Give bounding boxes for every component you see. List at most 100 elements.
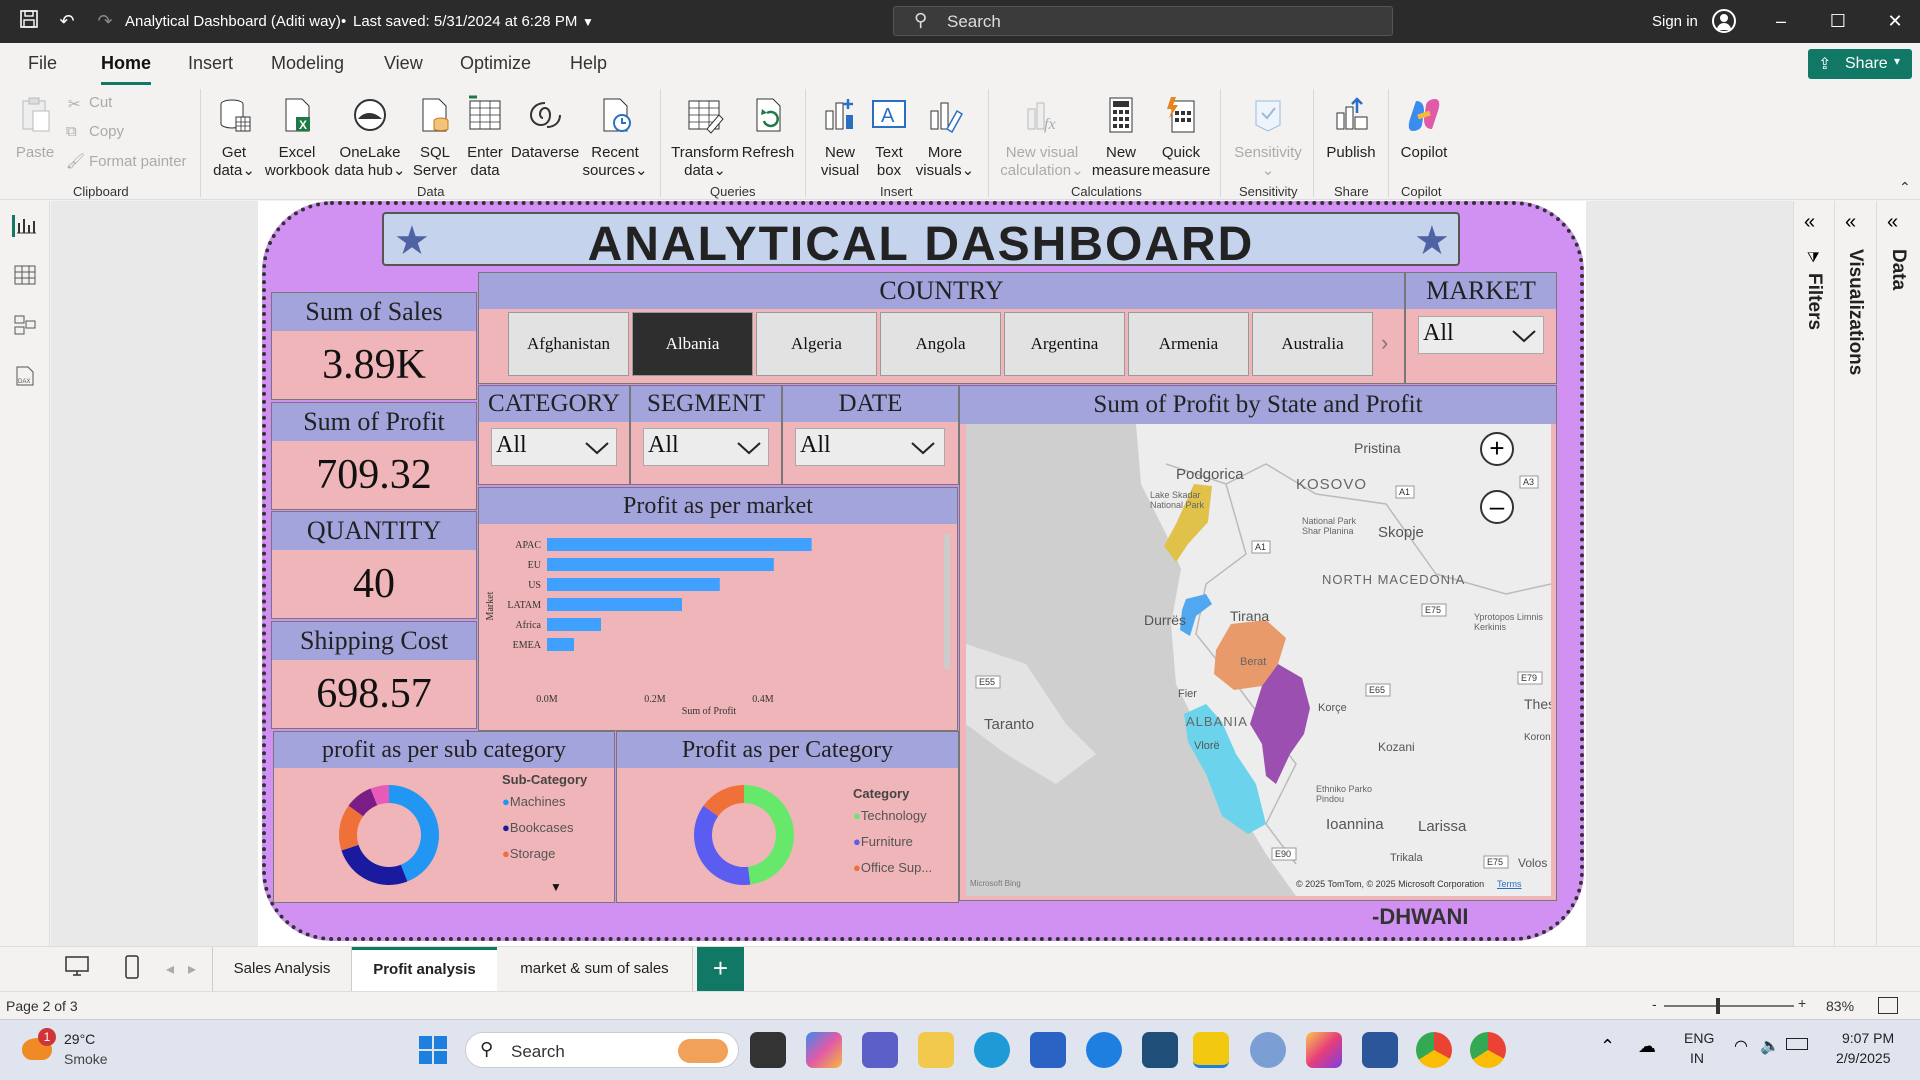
- zoom-slider-thumb[interactable]: [1716, 998, 1720, 1014]
- mobile-layout-icon[interactable]: [124, 955, 140, 984]
- date-dropdown[interactable]: All: [795, 428, 945, 466]
- teams-icon[interactable]: [862, 1032, 898, 1068]
- market-dropdown[interactable]: All: [1418, 316, 1544, 354]
- transform-data-button[interactable]: Transform data⌄: [670, 95, 740, 180]
- sign-in-link[interactable]: Sign in: [1652, 13, 1698, 30]
- segment-dropdown[interactable]: All: [643, 428, 769, 466]
- close-icon[interactable]: ✕: [1882, 8, 1908, 34]
- tips-icon[interactable]: [1086, 1032, 1122, 1068]
- instagram-icon[interactable]: [1306, 1032, 1342, 1068]
- page-tab[interactable]: Sales Analysis: [212, 947, 352, 991]
- r-app-icon[interactable]: [1250, 1032, 1286, 1068]
- copy-button[interactable]: Copy: [89, 123, 124, 140]
- table-view-icon[interactable]: [14, 265, 36, 290]
- recent-sources-button[interactable]: Recent sources⌄: [580, 95, 650, 180]
- copilot-button[interactable]: Copilot: [1394, 95, 1454, 162]
- edge-icon[interactable]: [974, 1032, 1010, 1068]
- clock-date[interactable]: 2/9/2025: [1836, 1050, 1891, 1066]
- model-view-icon[interactable]: [14, 315, 36, 340]
- fit-to-page-icon[interactable]: [1878, 997, 1898, 1014]
- tab-help[interactable]: Help: [570, 53, 607, 74]
- excel-workbook-button[interactable]: X Excel workbook: [262, 95, 332, 180]
- chevron-right-icon[interactable]: ›: [1381, 330, 1388, 356]
- zoom-out-button[interactable]: -: [1652, 996, 1657, 1012]
- zoom-out-icon[interactable]: –: [1480, 490, 1514, 524]
- category-dropdown[interactable]: All: [491, 428, 617, 466]
- bar-mark[interactable]: [547, 578, 720, 591]
- refresh-button[interactable]: Refresh: [740, 95, 796, 162]
- publish-button[interactable]: Publish: [1320, 95, 1382, 162]
- legend-scroll-down-icon[interactable]: ▼: [550, 880, 562, 894]
- country-tile[interactable]: Angola: [880, 312, 1001, 376]
- zoom-in-button[interactable]: +: [1798, 995, 1806, 1011]
- redo-icon[interactable]: ↷: [92, 8, 118, 34]
- account-icon[interactable]: [1712, 9, 1736, 33]
- store-icon[interactable]: [1030, 1032, 1066, 1068]
- region-indicator[interactable]: IN: [1690, 1050, 1704, 1066]
- new-visual-button[interactable]: New visual: [815, 95, 865, 180]
- cut-button[interactable]: Cut: [89, 94, 112, 111]
- share-button[interactable]: ⇪ Share ▾: [1808, 49, 1912, 79]
- tab-optimize[interactable]: Optimize: [460, 53, 531, 74]
- enter-data-button[interactable]: Enter data: [462, 95, 508, 180]
- collapse-icon[interactable]: «: [1845, 211, 1856, 234]
- file-explorer-icon[interactable]: [918, 1032, 954, 1068]
- country-tile[interactable]: Algeria: [756, 312, 877, 376]
- power-bi-icon[interactable]: [1193, 1032, 1229, 1068]
- onelake-data-hub-button[interactable]: OneLake data hub⌄: [334, 95, 406, 180]
- bar-mark[interactable]: [547, 538, 812, 551]
- bar-mark[interactable]: [547, 558, 774, 571]
- new-visual-calculation-button[interactable]: fx New visual calculation⌄: [996, 95, 1088, 180]
- clock-time[interactable]: 9:07 PM: [1842, 1030, 1894, 1046]
- desktop-layout-icon[interactable]: [64, 955, 90, 983]
- volume-icon[interactable]: 🔈: [1760, 1036, 1780, 1056]
- windows-start-icon[interactable]: [418, 1035, 448, 1070]
- page-tab[interactable]: market & sum of sales: [497, 947, 693, 991]
- battery-icon[interactable]: [1786, 1038, 1808, 1050]
- country-tile[interactable]: Argentina: [1004, 312, 1125, 376]
- filters-pane[interactable]: « ⧩ Filters: [1793, 201, 1834, 946]
- taskbar-search[interactable]: ⚲ Search: [465, 1032, 739, 1068]
- bar-chart-scrollbar[interactable]: [944, 534, 950, 670]
- map-terms-link[interactable]: Terms: [1497, 879, 1522, 889]
- maximize-icon[interactable]: ☐: [1825, 8, 1851, 34]
- zoom-in-icon[interactable]: +: [1480, 432, 1514, 466]
- wifi-icon[interactable]: ◠: [1734, 1036, 1748, 1056]
- quick-measure-button[interactable]: Quick measure: [1152, 95, 1210, 180]
- country-tile[interactable]: Afghanistan: [508, 312, 629, 376]
- country-tile[interactable]: Australia: [1252, 312, 1373, 376]
- word-icon[interactable]: [1362, 1032, 1398, 1068]
- visualizations-pane[interactable]: « Visualizations: [1834, 201, 1876, 946]
- copilot-app-icon[interactable]: [806, 1032, 842, 1068]
- new-measure-button[interactable]: New measure: [1090, 95, 1152, 180]
- country-tile-selected[interactable]: Albania: [632, 312, 753, 376]
- title-dropdown-icon[interactable]: ▼: [582, 15, 594, 29]
- donut-slice[interactable]: [744, 785, 794, 885]
- show-hidden-icons[interactable]: ⌃: [1600, 1036, 1615, 1057]
- prev-page-icon[interactable]: ◂: [166, 959, 174, 979]
- donut-slice[interactable]: [341, 844, 408, 885]
- page-tab-active[interactable]: Profit analysis: [352, 947, 497, 991]
- collapse-ribbon-icon[interactable]: ⌃: [1899, 179, 1911, 196]
- minimize-icon[interactable]: –: [1768, 8, 1794, 34]
- sql-server-button[interactable]: SQL Server: [410, 95, 460, 180]
- save-icon[interactable]: [16, 8, 42, 34]
- paste-button[interactable]: Paste: [14, 95, 56, 162]
- collapse-icon[interactable]: «: [1804, 211, 1815, 234]
- dax-query-view-icon[interactable]: DAX: [14, 365, 36, 392]
- report-view-icon[interactable]: [12, 215, 36, 237]
- snipping-tool-icon[interactable]: [1142, 1032, 1178, 1068]
- map-canvas[interactable]: A1 A1 A3 E75 E65 E55 E79 E90 E75 Podgori…: [966, 424, 1551, 896]
- donut-slice[interactable]: [694, 805, 751, 885]
- bar-mark[interactable]: [547, 598, 682, 611]
- tab-view[interactable]: View: [384, 53, 423, 74]
- more-visuals-button[interactable]: More visuals⌄: [914, 95, 976, 180]
- next-page-icon[interactable]: ▸: [188, 959, 196, 979]
- cloud-icon[interactable]: ☁: [1638, 1036, 1656, 1057]
- tab-home[interactable]: Home: [101, 53, 152, 85]
- text-box-button[interactable]: A Text box: [866, 95, 912, 180]
- get-data-button[interactable]: Get data⌄: [208, 95, 260, 180]
- add-page-button[interactable]: +: [697, 947, 744, 991]
- bar-mark[interactable]: [547, 638, 574, 651]
- undo-icon[interactable]: ↶: [54, 8, 80, 34]
